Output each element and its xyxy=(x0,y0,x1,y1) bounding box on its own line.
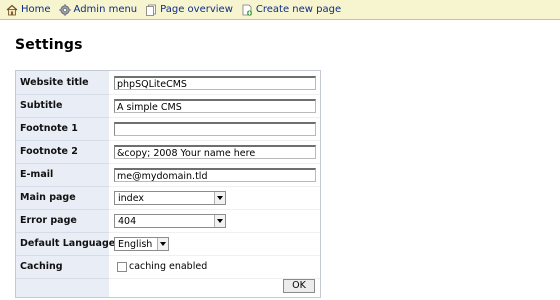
subtitle-input[interactable]: A simple CMS xyxy=(114,99,316,113)
caching-label: Caching xyxy=(20,261,63,272)
email-row: E-mail me@mydomain.tld xyxy=(16,164,320,186)
email-input[interactable]: me@mydomain.tld xyxy=(114,168,316,182)
footnote-2-input[interactable]: &copy; 2008 Your name here xyxy=(114,145,316,159)
chevron-down-icon xyxy=(214,215,225,227)
main-page-label: Main page xyxy=(20,192,76,203)
main-page-selected-value: index xyxy=(118,193,144,204)
nav-create-new-page-label: Create new page xyxy=(255,4,342,15)
nav-admin-menu-label: Admin menu xyxy=(73,4,138,15)
caching-row: Caching caching enabled xyxy=(16,256,320,278)
chevron-down-icon xyxy=(157,238,168,250)
footnote-1-label: Footnote 1 xyxy=(20,123,78,134)
main-page-select[interactable]: index xyxy=(114,191,226,205)
nav-page-overview-label: Page overview xyxy=(160,4,233,15)
error-page-label: Error page xyxy=(20,215,77,226)
chevron-down-icon xyxy=(214,192,225,204)
default-language-select[interactable]: English xyxy=(114,237,169,251)
footnote-1-input[interactable] xyxy=(114,122,316,136)
page-title: Settings xyxy=(15,37,83,53)
nav-home-link[interactable]: Home xyxy=(6,4,51,16)
default-language-selected-value: English xyxy=(118,239,153,250)
main-page-row: Main page index xyxy=(16,187,320,209)
subtitle-row: Subtitle A simple CMS xyxy=(16,95,320,117)
website-title-label: Website title xyxy=(20,77,89,88)
pages-icon xyxy=(145,4,157,16)
email-label: E-mail xyxy=(20,169,54,180)
caching-checkbox-label[interactable]: caching enabled xyxy=(129,261,207,272)
footnote-2-row: Footnote 2 &copy; 2008 Your name here xyxy=(16,141,320,163)
nav-create-new-page-link[interactable]: Create new page xyxy=(241,4,341,16)
footnote-1-row: Footnote 1 xyxy=(16,118,320,140)
caching-checkbox[interactable] xyxy=(117,262,127,272)
website-title-row: Website title phpSQLiteCMS xyxy=(16,72,320,94)
default-language-label: Default Language xyxy=(20,238,116,249)
default-language-row: Default Language English xyxy=(16,233,320,255)
subtitle-label: Subtitle xyxy=(20,100,63,111)
row-divider xyxy=(16,278,320,279)
gear-icon xyxy=(58,3,71,16)
nav-home-label: Home xyxy=(21,4,51,15)
error-page-selected-value: 404 xyxy=(118,216,137,227)
settings-form: Website title phpSQLiteCMS Subtitle A si… xyxy=(15,70,321,298)
house-icon xyxy=(6,4,18,16)
nav-page-overview-link[interactable]: Page overview xyxy=(145,4,233,16)
error-page-row: Error page 404 xyxy=(16,210,320,232)
error-page-select[interactable]: 404 xyxy=(114,214,226,228)
website-title-input[interactable]: phpSQLiteCMS xyxy=(114,76,316,90)
new-page-icon xyxy=(241,4,253,16)
footnote-2-label: Footnote 2 xyxy=(20,146,78,157)
ok-button[interactable]: OK xyxy=(283,279,315,293)
top-navigation-bar: Home Admin menu Page overview Create new… xyxy=(0,0,560,20)
nav-admin-menu-link[interactable]: Admin menu xyxy=(58,3,138,16)
